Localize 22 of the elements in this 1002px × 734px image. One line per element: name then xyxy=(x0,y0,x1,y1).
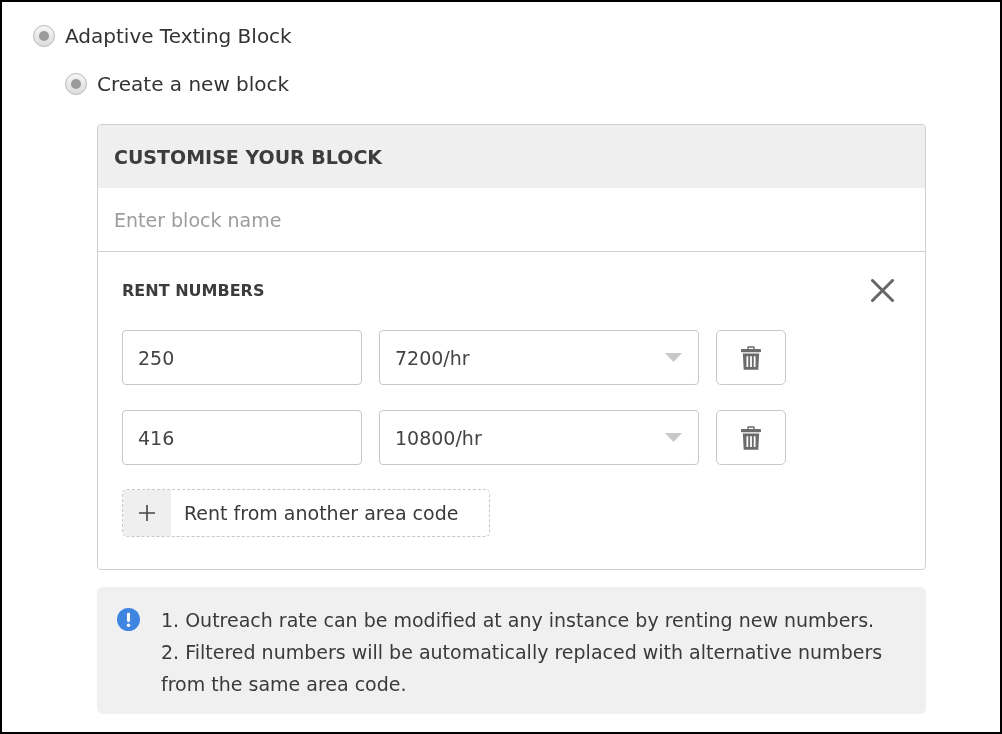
option-label: Adaptive Texting Block xyxy=(65,24,292,48)
radio-button[interactable] xyxy=(65,73,87,95)
info-icon xyxy=(117,608,140,631)
trash-icon xyxy=(741,425,761,450)
close-icon[interactable] xyxy=(871,278,894,302)
rate-dropdown[interactable]: 10800/hr xyxy=(379,410,699,465)
caret-icon xyxy=(665,353,682,362)
delete-button[interactable] xyxy=(716,330,786,385)
radio-button[interactable] xyxy=(33,25,55,47)
delete-button[interactable] xyxy=(716,410,786,465)
note-text: 1. Outreach rate can be modified at any instance by renting new numbers. xyxy=(161,608,876,633)
area-code-field[interactable]: 250 xyxy=(122,330,362,385)
section-title: RENT NUMBERS xyxy=(122,280,265,300)
area-code-field[interactable]: 416 xyxy=(122,410,362,465)
option-label: Create a new block xyxy=(97,72,290,96)
caret-icon xyxy=(665,433,682,442)
note-text: 2. Filtered numbers will be automatically replaced with alternative numbers from the same area code. xyxy=(161,640,884,697)
card-title: CUSTOMISE YOUR BLOCK xyxy=(114,145,383,168)
add-area-code-button[interactable]: Rent from another area code xyxy=(122,489,490,537)
trash-icon xyxy=(741,345,761,370)
rate-dropdown[interactable]: 7200/hr xyxy=(379,330,699,385)
plus-icon xyxy=(123,490,171,536)
